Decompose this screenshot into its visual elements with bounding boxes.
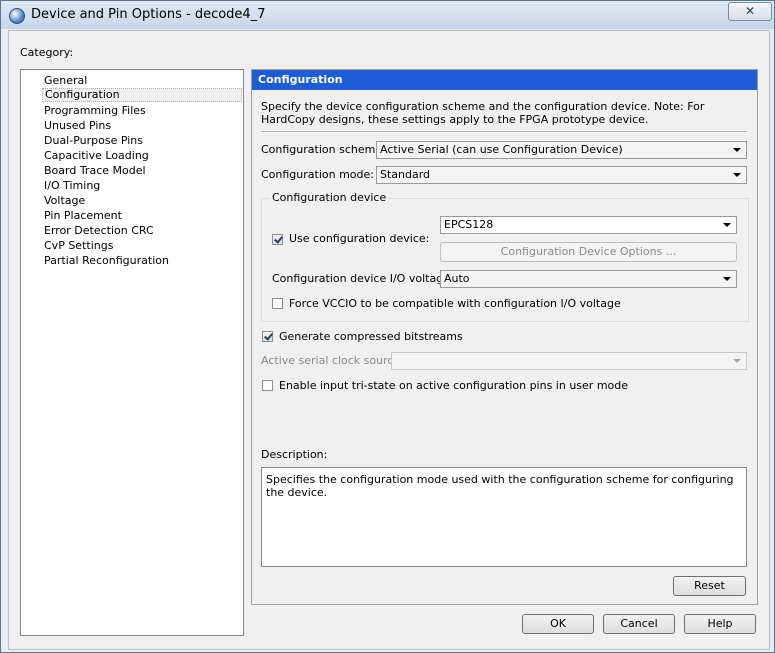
category-item-board-trace-model[interactable]: Board Trace Model bbox=[44, 163, 146, 178]
ok-button[interactable]: OK bbox=[522, 614, 594, 634]
category-item-cvp-settings[interactable]: CvP Settings bbox=[44, 238, 113, 253]
configuration-scheme-select[interactable]: Active Serial (can use Configuration Dev… bbox=[376, 141, 747, 159]
configuration-device-options-button[interactable]: Configuration Device Options ... bbox=[440, 242, 737, 262]
enable-tristate-checkbox[interactable] bbox=[262, 380, 273, 391]
category-item-voltage[interactable]: Voltage bbox=[44, 193, 85, 208]
generate-compressed-bitstreams-checkbox[interactable] bbox=[262, 331, 273, 342]
category-item-general[interactable]: General bbox=[44, 73, 87, 88]
configuration-device-group-title: Configuration device bbox=[270, 191, 389, 204]
use-configuration-device-checkbox[interactable] bbox=[272, 234, 283, 245]
category-item-partial-reconfiguration[interactable]: Partial Reconfiguration bbox=[44, 253, 169, 268]
configuration-mode-select[interactable]: Standard bbox=[376, 166, 747, 184]
use-configuration-device-label: Use configuration device: bbox=[289, 232, 430, 245]
chevron-down-icon bbox=[723, 223, 731, 227]
device-pin-options-dialog: Device and Pin Options - decode4_7 ✕ Cat… bbox=[0, 0, 775, 653]
description-text: Specifies the configuration mode used wi… bbox=[266, 473, 734, 499]
clock-source-label: Active serial clock source: bbox=[261, 354, 404, 367]
cancel-button[interactable]: Cancel bbox=[603, 614, 675, 634]
checkmark-icon bbox=[274, 234, 283, 244]
configuration-scheme-value: Active Serial (can use Configuration Dev… bbox=[380, 143, 623, 156]
app-icon bbox=[9, 8, 25, 24]
category-item-pin-placement[interactable]: Pin Placement bbox=[44, 208, 122, 223]
panel-header: Configuration bbox=[252, 70, 757, 90]
configuration-scheme-label: Configuration scheme: bbox=[261, 143, 386, 156]
force-vccio-label: Force VCCIO to be compatible with config… bbox=[289, 297, 621, 310]
category-item-error-detection-crc[interactable]: Error Detection CRC bbox=[44, 223, 154, 238]
chevron-down-icon bbox=[733, 148, 741, 152]
clock-source-select[interactable] bbox=[391, 352, 747, 370]
close-button[interactable]: ✕ bbox=[728, 2, 772, 21]
category-item-configuration[interactable]: Configuration bbox=[42, 88, 242, 102]
category-item-capacitive-loading[interactable]: Capacitive Loading bbox=[44, 148, 149, 163]
io-voltage-select[interactable]: Auto bbox=[440, 270, 737, 288]
force-vccio-checkbox[interactable] bbox=[272, 298, 283, 309]
checkmark-icon bbox=[264, 331, 273, 341]
description-label: Description: bbox=[261, 448, 328, 461]
configuration-device-value: EPCS128 bbox=[444, 218, 494, 231]
category-label: Category: bbox=[20, 46, 74, 59]
category-item-dual-purpose-pins[interactable]: Dual-Purpose Pins bbox=[44, 133, 143, 148]
enable-tristate-label: Enable input tri-state on active configu… bbox=[279, 379, 629, 392]
window-title: Device and Pin Options - decode4_7 bbox=[31, 7, 266, 22]
reset-button[interactable]: Reset bbox=[673, 576, 746, 596]
category-item-unused-pins[interactable]: Unused Pins bbox=[44, 118, 111, 133]
title-bar[interactable]: Device and Pin Options - decode4_7 ✕ bbox=[1, 1, 774, 29]
help-button[interactable]: Help bbox=[684, 614, 756, 634]
intro-text: Specify the device configuration scheme … bbox=[261, 100, 705, 126]
description-box: Specifies the configuration mode used wi… bbox=[261, 467, 747, 567]
configuration-mode-label: Configuration mode: bbox=[261, 168, 374, 181]
category-item-io-timing[interactable]: I/O Timing bbox=[44, 178, 100, 193]
configuration-panel: Configuration Specify the device configu… bbox=[251, 69, 758, 605]
separator bbox=[261, 131, 747, 133]
io-voltage-label: Configuration device I/O voltage: bbox=[272, 272, 454, 285]
configuration-mode-value: Standard bbox=[380, 168, 431, 181]
io-voltage-value: Auto bbox=[444, 272, 470, 285]
configuration-device-select[interactable]: EPCS128 bbox=[440, 216, 737, 234]
category-list[interactable]: General Configuration Programming Files … bbox=[20, 69, 244, 636]
category-item-programming-files[interactable]: Programming Files bbox=[44, 103, 146, 118]
chevron-down-icon bbox=[723, 277, 731, 281]
generate-compressed-bitstreams-label: Generate compressed bitstreams bbox=[279, 330, 463, 343]
dialog-body: Category: General Configuration Programm… bbox=[8, 30, 770, 650]
chevron-down-icon bbox=[733, 173, 741, 177]
chevron-down-icon bbox=[733, 359, 741, 363]
